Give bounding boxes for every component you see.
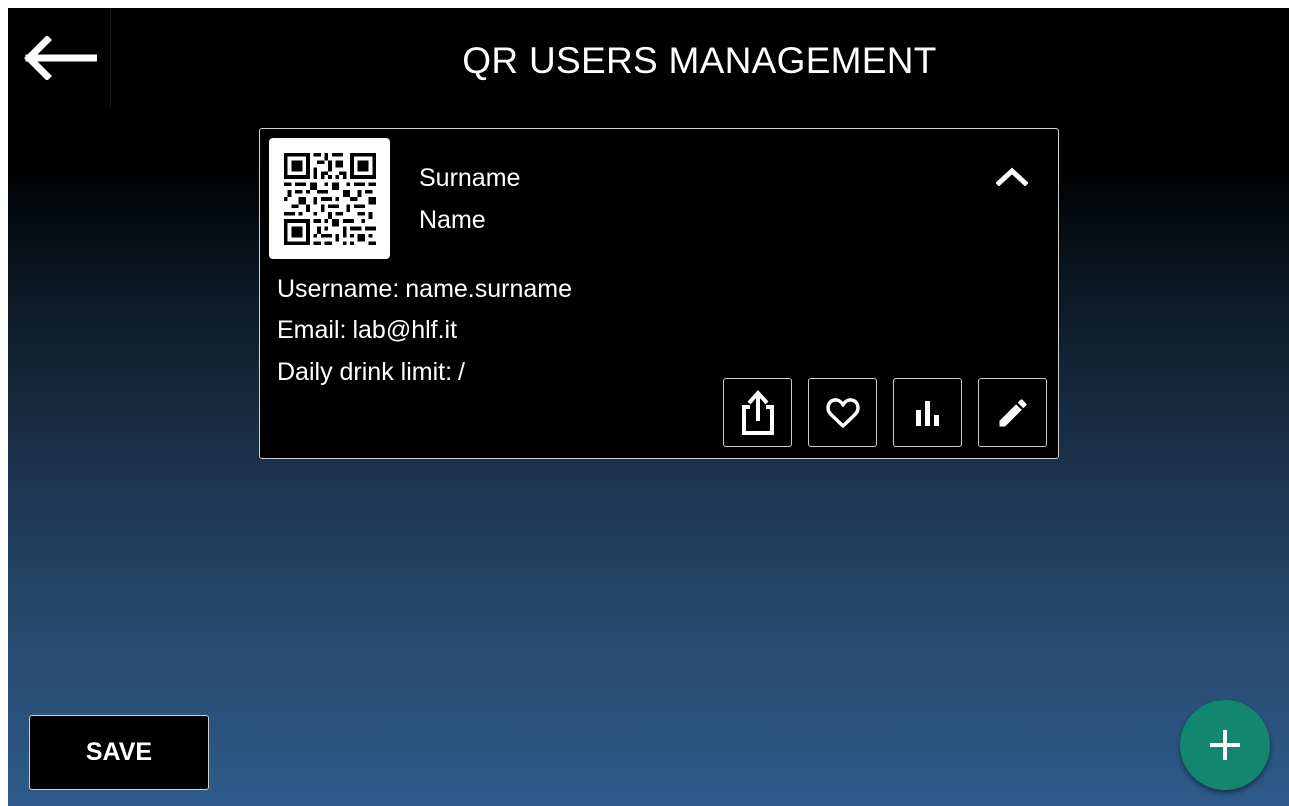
statistics-button[interactable] xyxy=(893,378,962,447)
user-name: Name xyxy=(419,206,486,234)
username-row: Username: name.surname xyxy=(277,275,572,304)
collapse-button[interactable] xyxy=(987,156,1037,196)
plus-icon xyxy=(1210,730,1240,760)
username-label: Username: xyxy=(277,275,400,303)
username-value: name.surname xyxy=(405,275,573,303)
bar-chart-icon xyxy=(915,400,939,426)
edit-button[interactable] xyxy=(978,378,1047,447)
daily-limit-row: Daily drink limit: / xyxy=(277,358,465,387)
favorite-button[interactable] xyxy=(808,378,877,447)
qr-code-icon xyxy=(283,152,376,245)
share-icon xyxy=(741,389,774,435)
email-value: lab@hlf.it xyxy=(352,316,458,344)
email-row: Email: lab@hlf.it xyxy=(277,316,457,345)
email-label: Email: xyxy=(277,316,347,344)
daily-limit-value: / xyxy=(458,358,465,386)
screen: QR USERS MANAGEMENT Surname Name Usernam… xyxy=(8,8,1289,806)
share-button[interactable] xyxy=(723,378,792,447)
user-surname: Surname xyxy=(419,164,521,192)
heart-icon xyxy=(825,397,860,428)
qr-code xyxy=(269,138,390,259)
user-card: Surname Name Username: name.surname Email… xyxy=(259,128,1059,459)
pencil-icon xyxy=(999,398,1027,426)
page-title: QR USERS MANAGEMENT xyxy=(462,40,937,81)
add-user-button[interactable] xyxy=(1180,700,1270,790)
daily-limit-label: Daily drink limit: xyxy=(277,358,453,386)
save-button[interactable]: SAVE xyxy=(29,715,209,790)
chevron-up-icon xyxy=(996,167,1028,186)
